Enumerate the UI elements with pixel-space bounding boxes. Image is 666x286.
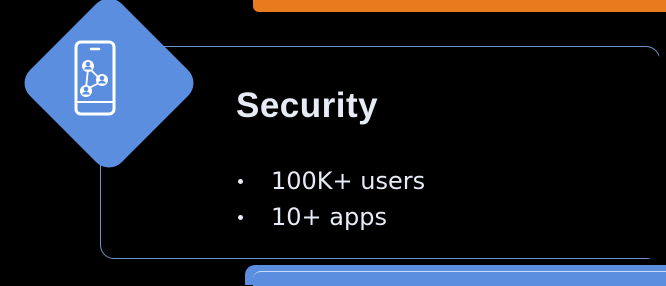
stats-list: 100K+ users 10+ apps: [236, 163, 425, 235]
list-item: 10+ apps: [236, 199, 425, 235]
top-orange-card-edge: [253, 0, 666, 12]
mobile-network-users-icon: [70, 40, 120, 130]
bullet-dot: [238, 214, 243, 220]
list-item: 100K+ users: [236, 163, 425, 199]
stat-apps: 10+ apps: [271, 203, 387, 231]
bottom-blue-card-inner: [253, 271, 666, 286]
bullet-dot: [238, 178, 243, 184]
stat-users: 100K+ users: [271, 167, 426, 195]
card-title: Security: [236, 86, 379, 125]
